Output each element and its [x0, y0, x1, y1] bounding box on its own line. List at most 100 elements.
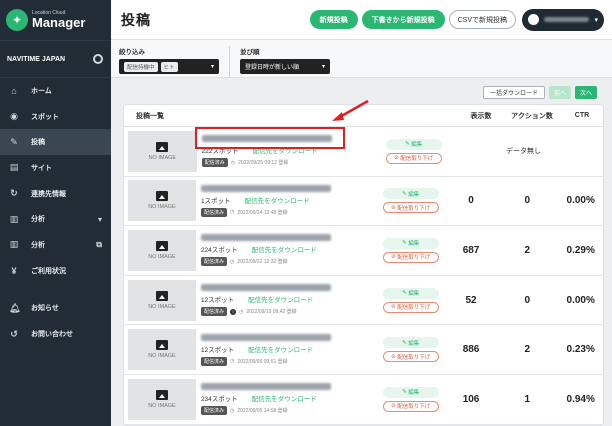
- post-thumbnail[interactable]: NO IMAGE: [128, 229, 196, 271]
- post-thumbnail[interactable]: NO IMAGE: [128, 378, 196, 420]
- edit-button[interactable]: ✎ 編集: [382, 188, 439, 200]
- csv-new-post-button[interactable]: CSVで新規投稿: [448, 10, 516, 29]
- new-post-button[interactable]: 新規投稿: [309, 10, 358, 29]
- post-title-redacted[interactable]: [200, 184, 331, 192]
- edit-label: 編集: [408, 340, 420, 347]
- sidebar-item-label: ご利用状況: [31, 267, 66, 275]
- user-menu[interactable]: ▾: [522, 8, 604, 31]
- edit-button[interactable]: ✎ 編集: [382, 237, 439, 249]
- filter-chip-status[interactable]: 配信持機中: [124, 61, 158, 72]
- site-icon: ▤: [9, 162, 19, 173]
- clock-icon: ◷: [229, 258, 235, 265]
- avatar: [528, 14, 539, 25]
- download-destinations-link[interactable]: 配信先をダウンロード: [252, 244, 317, 254]
- sidebar-item-6[interactable]: ▥ 分析 ⧉: [0, 232, 111, 258]
- download-destinations-link[interactable]: 配信先をダウンロード: [245, 195, 310, 205]
- filter-select[interactable]: 配信持機中 ヒト ▾: [119, 59, 219, 74]
- list-actions: 一括ダウンロード 前へ 次へ: [483, 86, 598, 99]
- prev-page-button[interactable]: 前へ: [549, 86, 572, 99]
- sidebar-item-9[interactable]: ↺ お問い合わせ: [0, 321, 111, 347]
- table-row[interactable]: NO IMAGE 234スポット 配信先をダウンロード 配信済み ◷ 2022/09/05…: [124, 375, 603, 425]
- ctr-value: 0.00%: [566, 195, 595, 207]
- gear-icon[interactable]: [93, 54, 103, 64]
- sidebar-item-label: 分析: [31, 216, 45, 224]
- annotation-highlight-box: [195, 127, 345, 149]
- download-destinations-link[interactable]: 配信先をダウンロード: [252, 393, 317, 403]
- brand-logo[interactable]: ✦ Location Cloud Manager: [0, 0, 111, 40]
- bulk-download-button[interactable]: 一括ダウンロード: [483, 86, 546, 99]
- pull-label: 配信取り下げ: [397, 255, 431, 262]
- filter-label: 絞り込み: [119, 49, 145, 56]
- post-title-redacted[interactable]: [200, 383, 331, 391]
- table-row[interactable]: NO IMAGE 224スポット 配信先をダウンロード 配信済み ◷ 2022/09/22…: [124, 226, 603, 276]
- next-page-button[interactable]: 次へ: [575, 86, 598, 99]
- yen-icon: ¥: [11, 265, 17, 276]
- actions-value: 2: [524, 244, 531, 256]
- pull-distribution-button[interactable]: ⊘ 配信取り下げ: [385, 152, 442, 164]
- new-from-draft-button[interactable]: 下書きから新規投稿: [361, 10, 445, 29]
- registered-date: 2022/09/05 14:58 登録: [237, 408, 288, 415]
- sort-select[interactable]: 登録日時が新しい順 ▾: [240, 59, 330, 74]
- pull-distribution-button[interactable]: ⊘ 配信取り下げ: [382, 400, 439, 412]
- top-bar: 投稿 新規投稿 下書きから新規投稿 CSVで新規投稿 ▾: [111, 0, 612, 40]
- post-title-redacted[interactable]: [200, 284, 331, 292]
- clock-icon: ◷: [230, 159, 236, 166]
- sidebar-item-1[interactable]: ◉ スポット: [0, 104, 111, 130]
- table-row[interactable]: NO IMAGE 12スポット 配信先をダウンロード 配信済み i ◷ 2022/09/19…: [124, 276, 603, 326]
- status-badge: 配信済み: [200, 207, 227, 217]
- status-badge: 配信済み: [201, 158, 228, 168]
- row-buttons: ✎ 編集 ⊘ 配信取り下げ: [381, 287, 441, 313]
- views-value: 106: [462, 393, 480, 405]
- post-title-redacted[interactable]: [200, 333, 331, 341]
- sidebar-item-label: 分析: [31, 241, 45, 249]
- download-destinations-link[interactable]: 配信先をダウンロード: [248, 344, 313, 354]
- sidebar-item-8[interactable]: 🔔︎ お知らせ: [0, 296, 111, 322]
- annotation-arrow-icon: [332, 99, 369, 121]
- nav-trail-icon: ⧉: [96, 239, 102, 249]
- edit-label: 編集: [408, 291, 420, 298]
- edit-button[interactable]: ✎ 編集: [382, 337, 439, 349]
- sidebar-item-4[interactable]: ↻ 連携先情報: [0, 181, 111, 207]
- download-destinations-link[interactable]: 配信先をダウンロード: [248, 294, 313, 304]
- pull-distribution-button[interactable]: ⊘ 配信取り下げ: [382, 351, 439, 363]
- post-thumbnail[interactable]: NO IMAGE: [128, 130, 197, 172]
- post-title-redacted[interactable]: [200, 234, 331, 242]
- post-info: 234スポット 配信先をダウンロード 配信済み ◷ 2022/09/05 14:58 登…: [200, 383, 376, 416]
- sidebar-item-0[interactable]: ⌂ ホーム: [0, 78, 111, 104]
- registered-date: 2022/09/24 13:48 登録: [237, 209, 288, 216]
- edit-button[interactable]: ✎ 編集: [385, 138, 442, 150]
- filter-chip-type[interactable]: ヒト: [160, 61, 178, 72]
- no-image-label: NO IMAGE: [148, 204, 176, 211]
- sidebar-item-7[interactable]: ¥ ご利用状況: [0, 258, 111, 284]
- pull-distribution-button[interactable]: ⊘ 配信取り下げ: [382, 251, 439, 263]
- pull-distribution-button[interactable]: ⊘ 配信取り下げ: [382, 202, 439, 214]
- divider: [229, 46, 230, 78]
- registered-date: 2022/09/19 09:42 登録: [246, 309, 297, 316]
- info-icon[interactable]: i: [229, 308, 236, 315]
- post-thumbnail[interactable]: NO IMAGE: [128, 279, 196, 321]
- post-thumbnail[interactable]: NO IMAGE: [128, 329, 196, 371]
- registered-date: 2022/09/25 09:12 登録: [238, 160, 289, 167]
- contact-icon: ↺: [10, 328, 18, 339]
- chevron-down-icon: ▾: [321, 64, 325, 70]
- edit-button[interactable]: ✎ 編集: [382, 386, 439, 398]
- sidebar-item-label: 投稿: [31, 139, 45, 147]
- status-badge: 配信済み: [200, 307, 227, 317]
- sidebar-item-5[interactable]: ▥ 分析 ▾: [0, 206, 111, 232]
- sidebar-item-3[interactable]: ▤ サイト: [0, 155, 111, 181]
- views-value: 886: [462, 344, 480, 356]
- status-badge: 配信済み: [200, 406, 227, 416]
- brand-mark-icon: ✦: [6, 9, 28, 31]
- analytics-external-icon: ▥: [9, 239, 19, 250]
- post-thumbnail[interactable]: NO IMAGE: [128, 180, 196, 222]
- pull-distribution-button[interactable]: ⊘ 配信取り下げ: [382, 301, 439, 313]
- views-value: 687: [462, 244, 480, 256]
- sidebar-item-label: ホーム: [31, 87, 52, 95]
- edit-button[interactable]: ✎ 編集: [382, 287, 439, 299]
- table-row[interactable]: NO IMAGE 1スポット 配信先をダウンロード 配信済み ◷ 2022/09/24 1…: [124, 177, 603, 227]
- clock-icon: ◷: [238, 308, 244, 315]
- table-row[interactable]: NO IMAGE 12スポット 配信先をダウンロード 配信済み ◷ 2022/09/09 …: [124, 325, 603, 375]
- sidebar-item-2[interactable]: ✎ 投稿: [0, 129, 111, 156]
- no-image-label: NO IMAGE: [148, 154, 177, 161]
